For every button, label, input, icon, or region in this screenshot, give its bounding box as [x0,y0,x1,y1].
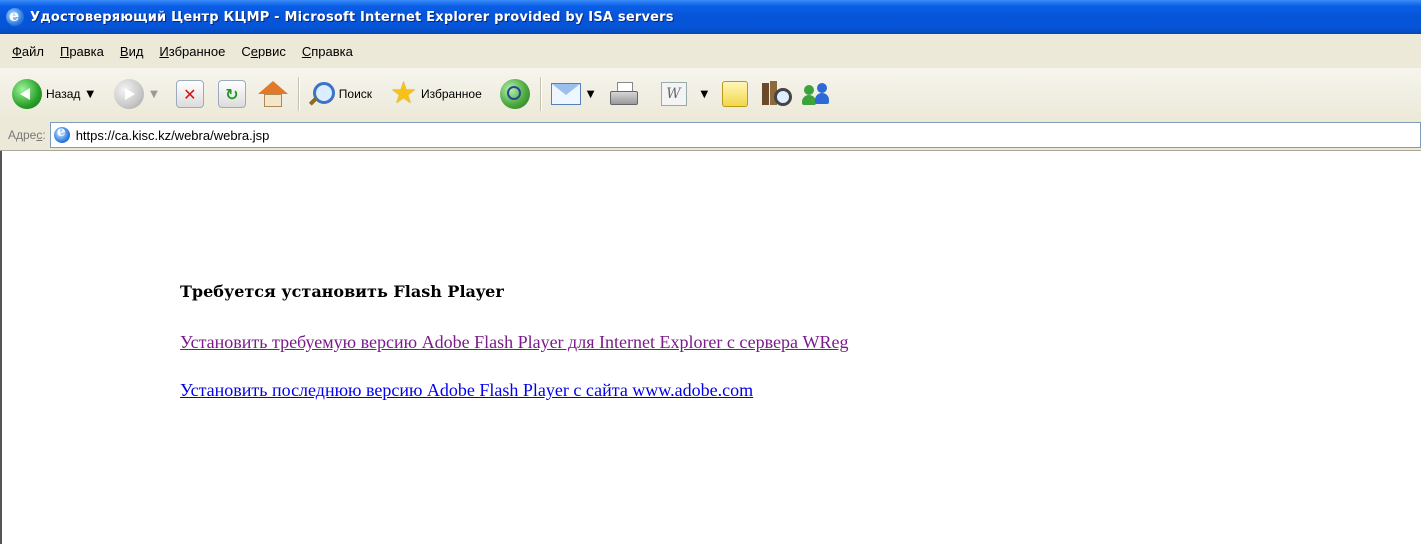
install-latest-flash-link[interactable]: Установить последнюю версию Adobe Flash … [180,380,753,401]
mail-icon[interactable] [550,83,581,105]
print-icon[interactable] [609,82,639,106]
stop-icon[interactable]: ✕ [175,80,204,108]
standard-toolbar: Назад ▼ ▼ ✕ ↻ Поиск ★ Избранное ▼ W ▼ [0,68,1421,121]
favorites-star-icon[interactable]: ★ [390,79,417,109]
address-label: Адрес: [8,128,46,142]
ie-app-icon[interactable] [6,6,24,26]
edit-dropdown-icon[interactable]: ▼ [701,89,709,100]
toolbar-separator [539,77,541,111]
home-icon[interactable] [257,81,288,107]
discuss-note-icon[interactable] [722,81,749,107]
forward-dropdown-icon[interactable]: ▼ [150,89,158,100]
toolbar-separator [297,77,299,111]
edit-word-icon[interactable]: W [660,82,687,106]
address-url[interactable]: https://ca.kisc.kz/webra/webra.jsp [76,128,270,143]
refresh-icon[interactable]: ↻ [217,80,246,108]
menu-favorites[interactable]: Избранное [159,44,225,59]
search-icon[interactable] [308,81,335,107]
menu-bar: Файл Правка Вид Избранное Сервис Справка [0,34,1421,69]
menu-edit[interactable]: Правка [60,44,104,59]
back-dropdown-icon[interactable]: ▼ [86,89,94,100]
page-heading: Требуется установить Flash Player [180,282,504,301]
address-bar: Адрес: https://ca.kisc.kz/webra/webra.js… [0,120,1421,151]
menu-help[interactable]: Справка [302,44,353,59]
menu-file[interactable]: Файл [12,44,44,59]
back-button-label[interactable]: Назад [46,87,80,101]
install-required-flash-link[interactable]: Установить требуемую версию Adobe Flash … [180,332,848,353]
media-icon[interactable] [499,79,530,109]
forward-icon[interactable] [114,79,145,109]
mail-dropdown-icon[interactable]: ▼ [587,89,595,100]
page-content: Требуется установить Flash Player Устано… [0,151,1421,544]
window-title-bar[interactable]: Удостоверяющий Центр КЦМР - Microsoft In… [0,0,1421,34]
favorites-button-label[interactable]: Избранное [421,87,482,101]
window-title: Удостоверяющий Центр КЦМР - Microsoft In… [30,9,674,25]
search-button-label[interactable]: Поиск [339,87,372,101]
page-favicon-icon [53,124,70,143]
research-icon[interactable] [760,80,793,108]
messenger-icon[interactable] [802,81,834,107]
menu-view[interactable]: Вид [120,44,144,59]
address-input[interactable]: https://ca.kisc.kz/webra/webra.jsp [49,122,1421,148]
menu-tools[interactable]: Сервис [241,44,286,59]
back-icon[interactable] [12,79,42,109]
